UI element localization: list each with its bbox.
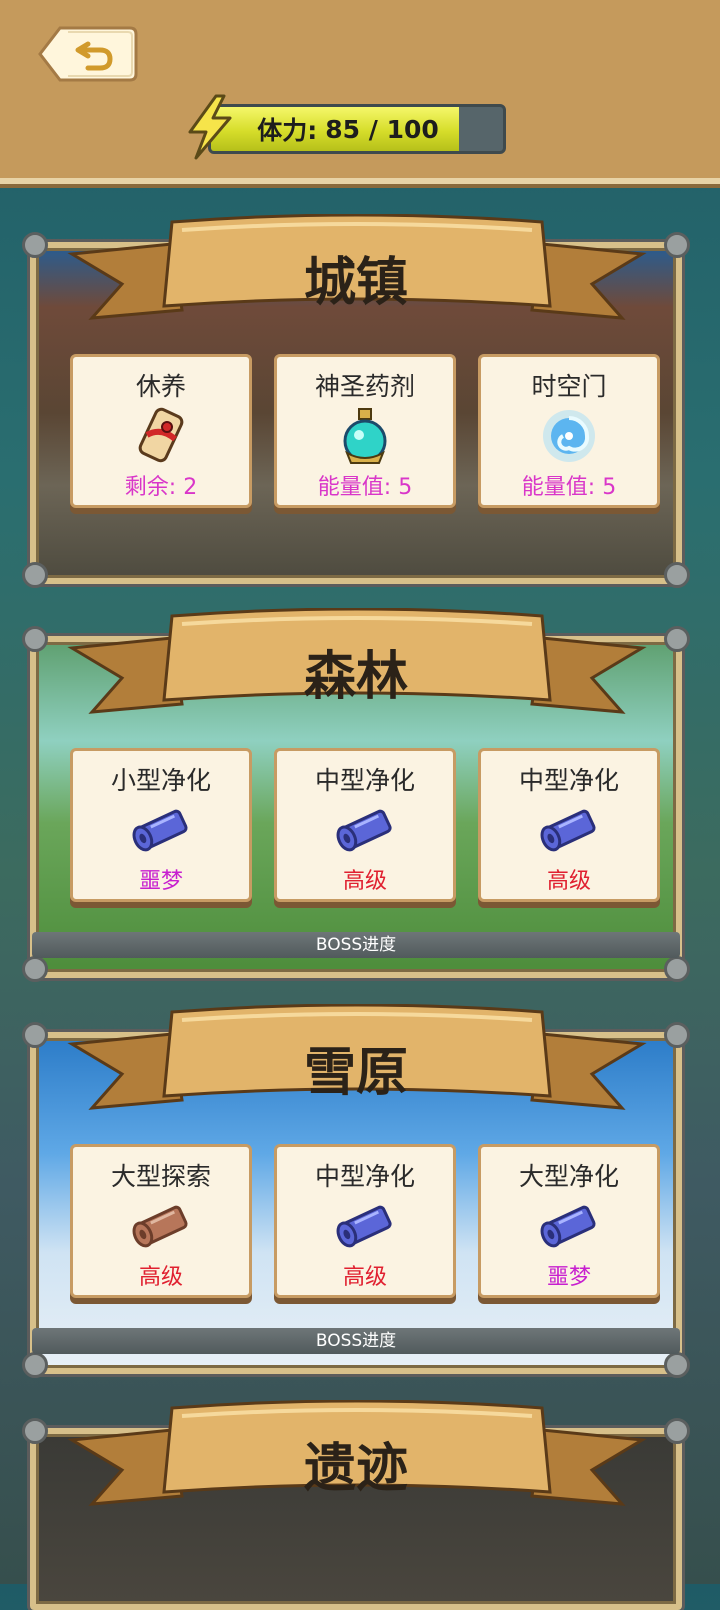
back-arrow-icon — [38, 26, 138, 82]
boss-progress-bar: BOSS进度 — [32, 1328, 680, 1354]
activity-cost: 剩余: 2 — [124, 475, 198, 500]
activity-cost: 能量值: 5 — [521, 475, 617, 500]
activity-cards: 大型探索 高级 中型净化 高级 大型净化 噩梦 — [70, 1144, 660, 1298]
activity-cost: 高级 — [342, 869, 387, 894]
boss-progress-label: BOSS进度 — [315, 935, 397, 955]
region-title: 遗迹 — [303, 1439, 408, 1499]
frame-bolt — [22, 1352, 48, 1378]
potion-icon — [333, 405, 397, 467]
region-title: 城镇 — [303, 253, 408, 313]
portal-icon — [537, 405, 601, 467]
top-bar: 体力: 85 / 100 — [0, 0, 720, 184]
blue-scroll-icon — [537, 799, 601, 861]
activity-cost: 高级 — [546, 869, 591, 894]
stamina-bar: 体力: 85 / 100 — [208, 104, 506, 154]
frame-bolt — [664, 562, 690, 588]
activity-cards: 小型净化 噩梦 中型净化 高级 中型净化 高级 — [70, 748, 660, 902]
region-panel[interactable]: 雪原 大型探索 高级 中型净化 高级 大型净化 噩梦 BOSS进度 — [22, 1004, 690, 1378]
lightning-icon — [188, 94, 232, 160]
activity-card[interactable]: 大型净化 噩梦 — [478, 1144, 660, 1298]
activity-cost: 能量值: 5 — [317, 475, 413, 500]
boss-progress-bar: BOSS进度 — [32, 932, 680, 958]
activity-title: 大型净化 — [518, 1162, 619, 1191]
activity-title: 中型净化 — [518, 766, 619, 795]
activity-card[interactable]: 中型净化 高级 — [274, 1144, 456, 1298]
activity-card[interactable]: 中型净化 高级 — [274, 748, 456, 902]
region-panel[interactable]: 森林 小型净化 噩梦 中型净化 高级 中型净化 高级 BOSS进度 — [22, 608, 690, 982]
activity-card[interactable]: 小型净化 噩梦 — [70, 748, 252, 902]
stamina-meter: 体力: 85 / 100 — [182, 94, 512, 160]
frame-bolt — [664, 956, 690, 982]
activity-card[interactable]: 休养剩余: 2 — [70, 354, 252, 508]
activity-cost: 高级 — [342, 1265, 387, 1290]
brown-scroll-icon — [129, 1195, 193, 1257]
stamina-value: 85 / 100 — [325, 114, 439, 144]
activity-cost: 噩梦 — [138, 869, 183, 894]
frame-bolt — [664, 1352, 690, 1378]
activity-card[interactable]: 中型净化 高级 — [478, 748, 660, 902]
activity-title: 大型探索 — [110, 1162, 211, 1191]
region-title: 森林 — [303, 647, 408, 707]
activity-cost: 噩梦 — [546, 1265, 591, 1290]
activity-title: 神圣药剂 — [314, 372, 415, 401]
region-title: 雪原 — [303, 1043, 408, 1103]
activity-card[interactable]: 时空门能量值: 5 — [478, 354, 660, 508]
blue-scroll-icon — [333, 1195, 397, 1257]
frame-bolt — [22, 956, 48, 982]
activity-card[interactable]: 神圣药剂能量值: 5 — [274, 354, 456, 508]
activity-title: 中型净化 — [314, 766, 415, 795]
activity-cost: 高级 — [138, 1265, 183, 1290]
activity-title: 中型净化 — [314, 1162, 415, 1191]
frame-bolt — [22, 562, 48, 588]
blue-scroll-icon — [333, 799, 397, 861]
activity-title: 时空门 — [531, 372, 607, 401]
back-button[interactable] — [38, 26, 138, 82]
activity-title: 小型净化 — [110, 766, 211, 795]
boss-progress-label: BOSS进度 — [315, 1331, 397, 1351]
scroll-tied-icon — [129, 405, 193, 467]
activity-cards: 休养 剩余: 2 神圣药剂 能量值: 5 时空门 能量值: 5 — [70, 354, 660, 508]
region-panel[interactable]: 遗迹 — [22, 1400, 690, 1610]
blue-scroll-icon — [129, 799, 193, 861]
blue-scroll-icon — [537, 1195, 601, 1257]
activity-card[interactable]: 大型探索 高级 — [70, 1144, 252, 1298]
region-panel[interactable]: 城镇 休养 剩余: 2 神圣药剂 能量值: 5 时空门 能量值: 5 — [22, 214, 690, 588]
activity-title: 休养 — [135, 372, 186, 401]
stamina-label: 体力: — [257, 116, 318, 145]
